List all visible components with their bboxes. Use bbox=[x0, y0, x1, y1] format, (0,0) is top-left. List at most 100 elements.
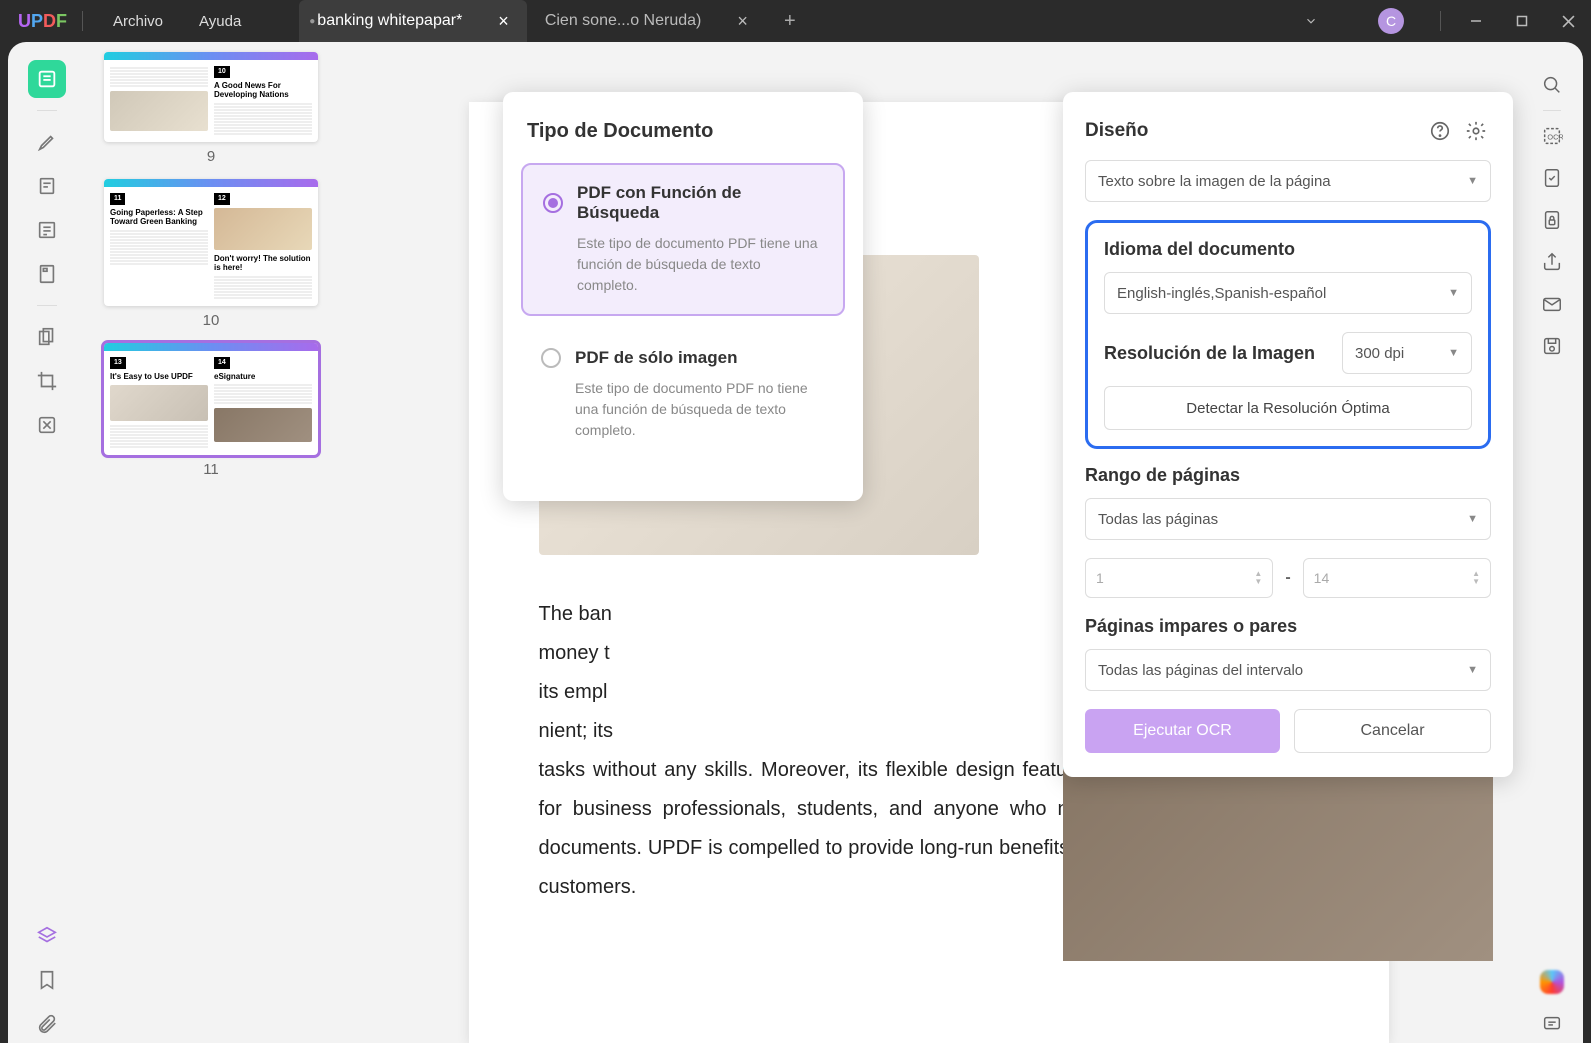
thumb-title: Don't worry! The solution is here! bbox=[214, 254, 312, 273]
avatar[interactable]: C bbox=[1378, 8, 1404, 34]
ai-icon[interactable] bbox=[1533, 963, 1571, 1001]
convert-icon[interactable] bbox=[1533, 159, 1571, 197]
doc-image bbox=[1063, 761, 1493, 961]
range-dash: - bbox=[1285, 569, 1290, 587]
dialog-title: Tipo de Documento bbox=[521, 120, 845, 143]
text-tool[interactable] bbox=[28, 211, 66, 249]
help-icon[interactable] bbox=[1425, 116, 1455, 146]
lock-icon[interactable] bbox=[1533, 201, 1571, 239]
thumb-number: 9 bbox=[104, 148, 318, 165]
range-from-input[interactable]: 1 ▲▼ bbox=[1085, 558, 1273, 598]
thumbnail[interactable]: 13 It's Easy to Use UPDF 14 eSignature 11 bbox=[104, 343, 318, 478]
chevron-down-icon: ▼ bbox=[1467, 513, 1478, 525]
chevron-down-icon: ▼ bbox=[1448, 287, 1459, 299]
crop-tool[interactable] bbox=[28, 362, 66, 400]
section-title: Idioma del documento bbox=[1104, 239, 1472, 260]
radio-image-only-pdf[interactable]: PDF de sólo imagen Este tipo de document… bbox=[521, 330, 845, 459]
radio-off-icon bbox=[541, 348, 561, 368]
comment-icon[interactable] bbox=[1533, 1005, 1571, 1043]
minimize-button[interactable] bbox=[1453, 0, 1499, 42]
right-toolbar: OCR bbox=[1521, 42, 1583, 1043]
radio-label: PDF de sólo imagen bbox=[575, 348, 737, 368]
input-value: 14 bbox=[1314, 570, 1330, 586]
detect-resolution-button[interactable]: Detectar la Resolución Óptima bbox=[1104, 386, 1472, 430]
thumb-title: Going Paperless: A Step Toward Green Ban… bbox=[110, 208, 208, 227]
thumbnails-panel: 10 A Good News For Developing Nations 9 1… bbox=[86, 42, 336, 1043]
select-value: Texto sobre la imagen de la página bbox=[1098, 173, 1331, 190]
close-icon[interactable]: × bbox=[498, 11, 509, 32]
reader-tool[interactable] bbox=[28, 60, 66, 98]
radio-on-icon bbox=[543, 193, 563, 213]
select-value: Todas las páginas del intervalo bbox=[1098, 662, 1303, 679]
chevron-down-icon[interactable] bbox=[1288, 0, 1334, 42]
impares-select[interactable]: Todas las páginas del intervalo ▼ bbox=[1085, 649, 1491, 691]
pages-tool[interactable] bbox=[28, 318, 66, 356]
range-to-input[interactable]: 14 ▲▼ bbox=[1303, 558, 1491, 598]
highlight-tool[interactable] bbox=[28, 123, 66, 161]
search-icon[interactable] bbox=[1533, 66, 1571, 104]
thumbnail[interactable]: 10 A Good News For Developing Nations 9 bbox=[104, 52, 318, 165]
save-icon[interactable] bbox=[1533, 327, 1571, 365]
close-icon[interactable]: × bbox=[737, 11, 748, 32]
section-title: Páginas impares o pares bbox=[1085, 616, 1491, 637]
menu-archivo[interactable]: Archivo bbox=[95, 13, 181, 30]
select-value: English-inglés,Spanish-español bbox=[1117, 285, 1326, 302]
select-value: Todas las páginas bbox=[1098, 511, 1218, 528]
tab-title: Cien sone...o Neruda) bbox=[545, 12, 702, 30]
share-icon[interactable] bbox=[1533, 243, 1571, 281]
mail-icon[interactable] bbox=[1533, 285, 1571, 323]
note-tool[interactable] bbox=[28, 167, 66, 205]
separator bbox=[37, 110, 57, 111]
separator bbox=[82, 11, 83, 31]
document-type-dialog: Tipo de Documento PDF con Función de Bús… bbox=[503, 92, 863, 501]
ocr-icon[interactable]: OCR bbox=[1533, 117, 1571, 155]
spinner-icon[interactable]: ▲▼ bbox=[1254, 570, 1262, 586]
page-badge: 10 bbox=[214, 66, 230, 78]
radio-searchable-pdf[interactable]: PDF con Función de Búsqueda Este tipo de… bbox=[521, 163, 845, 316]
thumbnail[interactable]: 11 Going Paperless: A Step Toward Green B… bbox=[104, 179, 318, 329]
chevron-down-icon: ▼ bbox=[1467, 664, 1478, 676]
separator bbox=[1543, 110, 1561, 111]
thumb-title: A Good News For Developing Nations bbox=[214, 81, 312, 100]
highlighted-section: Idioma del documento English-inglés,Span… bbox=[1085, 220, 1491, 449]
attachment-tool[interactable] bbox=[28, 1005, 66, 1043]
tab-title: banking whitepapar* bbox=[317, 12, 462, 30]
chevron-down-icon: ▼ bbox=[1448, 347, 1459, 359]
page-badge: 12 bbox=[214, 193, 230, 205]
thumb-title: eSignature bbox=[214, 372, 312, 382]
new-tab-button[interactable]: + bbox=[776, 7, 804, 35]
tab-inactive[interactable]: Cien sone...o Neruda) × bbox=[527, 0, 766, 42]
rango-select[interactable]: Todas las páginas ▼ bbox=[1085, 498, 1491, 540]
page-badge: 11 bbox=[110, 193, 125, 205]
tab-modified-icon: ● bbox=[309, 16, 315, 27]
bookmark-tool[interactable] bbox=[28, 961, 66, 999]
thumb-title: It's Easy to Use UPDF bbox=[110, 372, 208, 382]
form-tool[interactable] bbox=[28, 255, 66, 293]
ocr-settings-dialog: Diseño Texto sobre la imagen de la págin… bbox=[1063, 92, 1513, 777]
separator bbox=[37, 305, 57, 306]
redact-tool[interactable] bbox=[28, 406, 66, 444]
spinner-icon[interactable]: ▲▼ bbox=[1472, 570, 1480, 586]
thumb-number: 10 bbox=[104, 312, 318, 329]
layers-tool[interactable] bbox=[28, 917, 66, 955]
thumb-number: 11 bbox=[104, 461, 318, 478]
cancel-button[interactable]: Cancelar bbox=[1294, 709, 1491, 753]
idioma-select[interactable]: English-inglés,Spanish-español ▼ bbox=[1104, 272, 1472, 314]
diseno-select[interactable]: Texto sobre la imagen de la página ▼ bbox=[1085, 160, 1491, 202]
maximize-button[interactable] bbox=[1499, 0, 1545, 42]
section-title: Resolución de la Imagen bbox=[1104, 343, 1315, 364]
tab-active[interactable]: ● banking whitepapar* × bbox=[299, 0, 527, 42]
app-logo: UPDF bbox=[0, 11, 70, 32]
resolucion-select[interactable]: 300 dpi ▼ bbox=[1342, 332, 1472, 374]
menu-ayuda[interactable]: Ayuda bbox=[181, 13, 259, 30]
select-value: 300 dpi bbox=[1355, 345, 1404, 362]
section-title: Diseño bbox=[1085, 120, 1148, 142]
input-value: 1 bbox=[1096, 570, 1104, 586]
section-title: Rango de páginas bbox=[1085, 465, 1491, 486]
close-button[interactable] bbox=[1545, 0, 1591, 42]
execute-ocr-button[interactable]: Ejecutar OCR bbox=[1085, 709, 1280, 753]
gear-icon[interactable] bbox=[1461, 116, 1491, 146]
page-badge: 14 bbox=[214, 357, 230, 369]
svg-text:OCR: OCR bbox=[1547, 133, 1563, 142]
page-badge: 13 bbox=[110, 357, 126, 369]
